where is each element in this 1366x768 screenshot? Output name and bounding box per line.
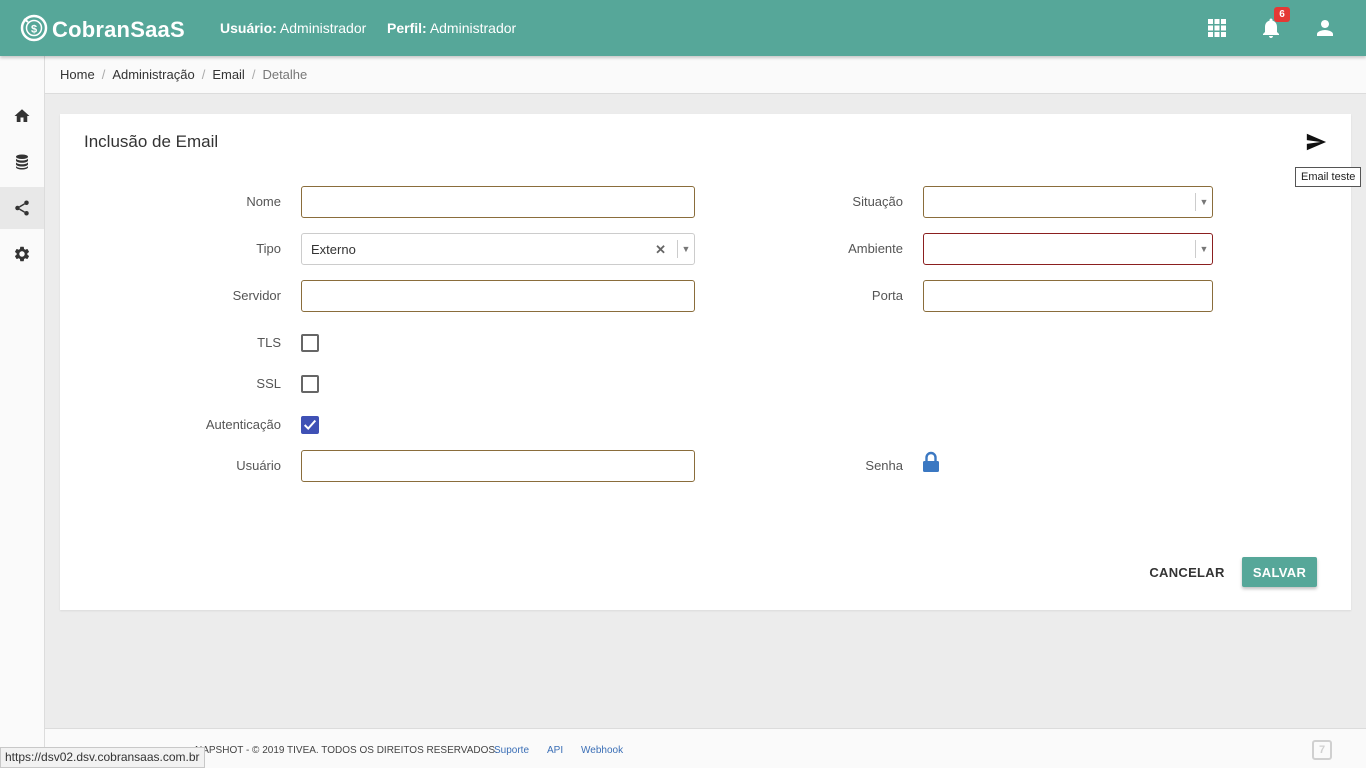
usuario-label: Usuário [236,458,281,473]
breadcrumb-administracao[interactable]: Administração [112,67,194,82]
database-icon [16,154,28,170]
user-value: Administrador [279,20,367,36]
cancel-button[interactable]: CANCELAR [1143,558,1231,586]
footer-copyright: NAPSHOT - © 2019 TIVEA. TODOS OS DIREITO… [195,745,498,756]
perfil-info: Perfil: Administrador [387,20,516,36]
browser-status-url: https://dsv02.dsv.cobransaas.com.br [0,747,205,768]
notification-badge: 6 [1274,7,1290,22]
servidor-label: Servidor [232,288,281,303]
footer-link-api[interactable]: API [547,745,563,756]
footer: NAPSHOT - © 2019 TIVEA. TODOS OS DIREITO… [45,728,1366,768]
app-name: CobranSaaS [52,17,185,42]
send-test-email-tooltip: Email teste [1295,167,1362,187]
breadcrumb-separator: / [101,67,106,82]
user-account-icon[interactable] [1313,16,1337,40]
tls-checkbox[interactable] [301,334,319,352]
page-title: Inclusão de Email [84,132,219,151]
footer-brand-icon: 7 [1312,740,1332,760]
breadcrumb: Home / Administração / Email / Detalhe [60,67,307,82]
breadcrumb-current: Detalhe [262,67,308,82]
servidor-input[interactable] [301,280,695,312]
gear-icon [14,246,30,262]
user-info: Usuário: Administrador [220,20,366,36]
checkmark-icon [303,419,317,430]
footer-link-suporte[interactable]: Suporte [494,745,529,756]
sidebar-item-settings[interactable] [0,233,44,275]
porta-input[interactable] [923,280,1213,312]
sidebar-item-database[interactable] [0,141,44,183]
autenticacao-checkbox[interactable] [301,416,319,434]
tipo-selected-value: Externo [311,242,356,257]
apps-grid-icon[interactable] [1205,16,1229,40]
logo-icon: $ [20,14,48,42]
perfil-label: Perfil: [387,20,427,36]
home-icon [14,109,30,122]
tipo-select[interactable]: Externo ✕ ▼ [301,233,695,265]
usuario-input[interactable] [301,450,695,482]
share-icon [15,200,29,216]
email-form-card: Inclusão de Email Nome Tipo Externo ✕ ▼ … [60,114,1351,610]
situacao-label: Situação [852,194,903,209]
breadcrumb-separator: / [201,67,206,82]
sidebar-item-share[interactable] [0,187,44,229]
save-button[interactable]: SALVAR [1242,557,1317,587]
ssl-checkbox[interactable] [301,375,319,393]
breadcrumb-home[interactable]: Home [60,67,95,82]
nome-input[interactable] [301,186,695,218]
senha-label: Senha [865,458,903,473]
user-label: Usuário: [220,20,277,36]
nome-label: Nome [246,194,281,209]
send-test-email-icon[interactable] [1305,131,1327,153]
perfil-value: Administrador [429,20,517,36]
top-bar: $ CobranSaaS Usuário: Administrador Perf… [0,0,1366,56]
breadcrumb-email[interactable]: Email [212,67,245,82]
clear-icon[interactable]: ✕ [655,242,666,258]
svg-text:$: $ [31,24,37,36]
chevron-down-icon[interactable]: ▼ [1195,193,1212,211]
lock-icon[interactable] [922,451,940,473]
chevron-down-icon[interactable]: ▼ [1195,240,1212,258]
tipo-label: Tipo [256,241,281,256]
sidebar-item-home[interactable] [0,95,44,137]
ssl-label: SSL [256,376,281,391]
ambiente-label: Ambiente [848,241,903,256]
breadcrumb-bar: Home / Administração / Email / Detalhe [45,56,1366,94]
porta-label: Porta [871,288,903,303]
sidebar [0,56,45,768]
tls-label: TLS [257,335,281,350]
breadcrumb-separator: / [251,67,256,82]
footer-link-webhook[interactable]: Webhook [581,745,623,756]
chevron-down-icon[interactable]: ▼ [677,240,694,258]
autenticacao-label: Autenticação [205,417,281,432]
situacao-select[interactable]: ▼ [923,186,1213,218]
ambiente-select[interactable]: ▼ [923,233,1213,265]
app-logo[interactable]: $ CobranSaaS [20,11,185,45]
